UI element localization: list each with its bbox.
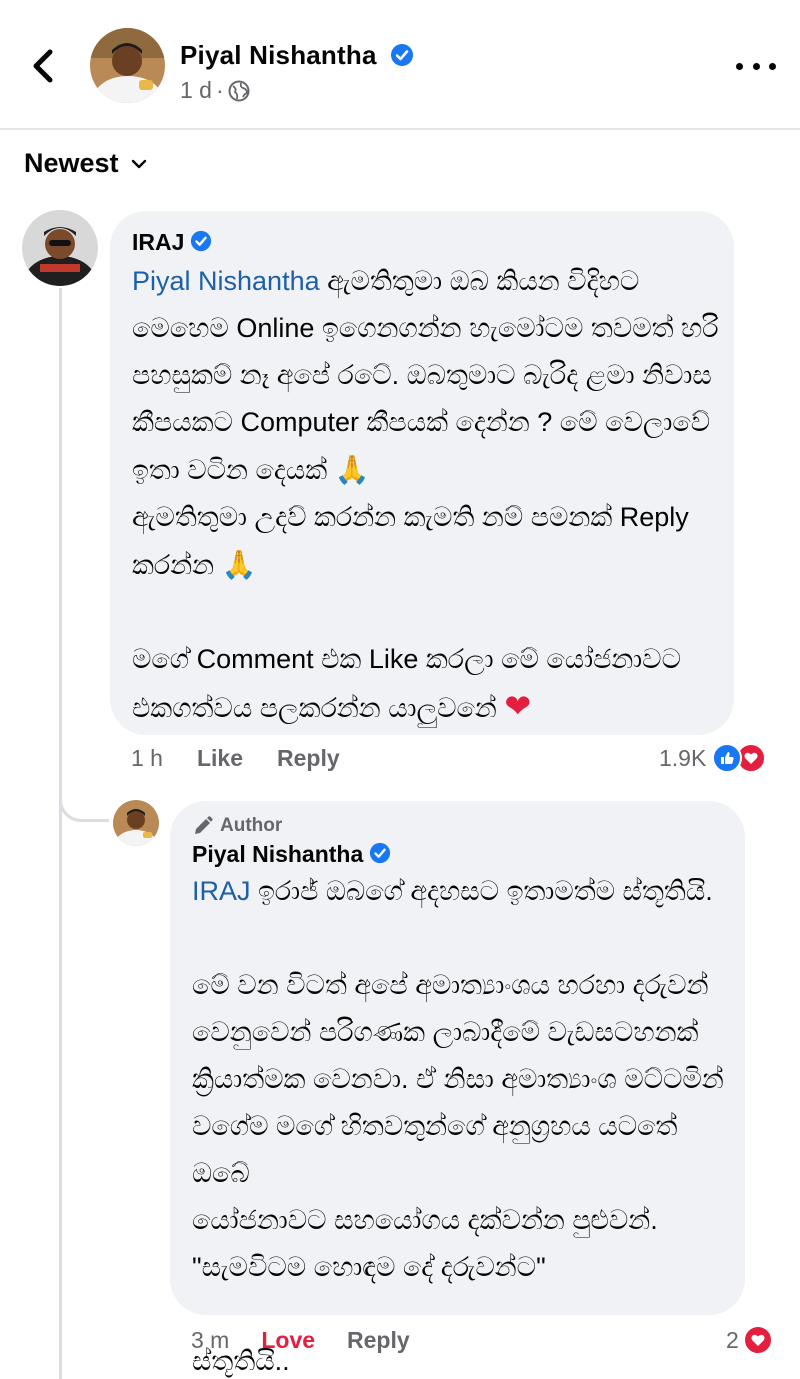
reply-line: වගේම මගේ හිතවතුන්ගේ අනුග්‍රහය යටතේ ඔබේ bbox=[192, 1111, 678, 1188]
reply-author[interactable]: Piyal Nishantha bbox=[192, 841, 745, 868]
thread-line bbox=[59, 288, 62, 1379]
thread-connector bbox=[59, 780, 109, 822]
comment-line: මගේ Comment එක Like කරලා මේ යෝජනාවට bbox=[132, 644, 681, 674]
reply-time[interactable]: 3 m bbox=[191, 1327, 229, 1354]
reply-button[interactable]: Reply bbox=[277, 745, 340, 772]
verified-badge-icon bbox=[391, 44, 414, 67]
reaction-summary[interactable]: 1.9K bbox=[659, 743, 767, 773]
comment-line: ඉතා වටින දෙයක් 🙏 bbox=[132, 453, 370, 486]
love-button[interactable]: Love bbox=[261, 1327, 315, 1354]
comment-line: ඇමතිතුමා උදව් කරන්න කැමති නම් පමනක් Repl… bbox=[132, 502, 689, 532]
comment-actions: 1 h Like Reply bbox=[131, 745, 340, 772]
comment-line: කරන්න 🙏 bbox=[132, 548, 257, 581]
comment-line: පහසුකම් නෑ අපේ රටේ. ඔබතුමාට බැරිද ළමා නි… bbox=[132, 360, 712, 390]
commenter-avatar[interactable] bbox=[22, 210, 98, 286]
pencil-icon bbox=[195, 816, 213, 834]
comment-author[interactable]: IRAJ bbox=[132, 229, 734, 256]
reply-line: යෝජනාවට සහයෝගය දක්වන්න පුළුවන්. bbox=[192, 1205, 658, 1235]
author-badge: Author bbox=[192, 815, 745, 837]
comment-bubble[interactable]: IRAJ Piyal Nishantha ඇමතිතුමා ඔබ කියන වි… bbox=[110, 211, 734, 735]
post-header: Piyal Nishantha 1 d · bbox=[0, 0, 800, 130]
reply-line: වෙනුවෙන් පරිගණක ලාබාදීමේ වැඩසටහනක් bbox=[192, 1017, 699, 1047]
reply-avatar[interactable] bbox=[113, 800, 159, 846]
chevron-left-icon bbox=[33, 49, 53, 83]
mention-link[interactable]: IRAJ bbox=[192, 876, 251, 906]
comment-line: Piyal Nishantha ඇමතිතුමා ඔබ කියන විදිහට bbox=[132, 266, 640, 296]
folded-hands-icon: 🙏 bbox=[221, 548, 257, 581]
comment-text: Piyal Nishantha ඇමතිතුමා ඔබ කියන විදිහට … bbox=[132, 258, 722, 732]
verified-badge-icon bbox=[191, 230, 212, 251]
red-heart-icon: ❤ bbox=[504, 687, 532, 725]
sort-dropdown[interactable]: Newest bbox=[24, 148, 147, 179]
post-time[interactable]: 1 d bbox=[180, 77, 212, 104]
comment-line: එකගත්වය පලකරන්න යාලුවනේ ❤ bbox=[132, 687, 532, 725]
reaction-count: 1.9K bbox=[659, 744, 707, 771]
folded-hands-icon: 🙏 bbox=[334, 453, 370, 486]
comment-line: කීපයකට Computer කීපයක් දෙන්න ? මේ වෙලාවේ bbox=[132, 407, 711, 437]
mention-link[interactable]: Piyal Nishantha bbox=[132, 266, 320, 296]
globe-icon bbox=[228, 80, 250, 101]
verified-badge-icon bbox=[370, 842, 391, 863]
reply-line: මේ වන විටත් අපේ අමාත්‍යාංශය හරහා දරුවන් bbox=[192, 970, 709, 1000]
reply-line: IRAJ ඉරාජ් ඔබගේ අදහසට ඉතාමත්ම ස්තූතියි. bbox=[192, 876, 713, 906]
dot-icon bbox=[752, 62, 760, 70]
back-button[interactable] bbox=[26, 44, 62, 88]
like-reaction-icon bbox=[712, 743, 743, 773]
reply-button[interactable]: Reply bbox=[347, 1327, 410, 1354]
sort-label: Newest bbox=[24, 148, 119, 178]
author-name[interactable]: Piyal Nishantha bbox=[180, 40, 414, 71]
dot-icon bbox=[736, 62, 743, 70]
reply-actions: 3 m Love Reply bbox=[191, 1327, 410, 1354]
dot-icon bbox=[769, 62, 776, 70]
reaction-count: 2 bbox=[726, 1326, 739, 1353]
like-button[interactable]: Like bbox=[197, 745, 243, 772]
reply-text: IRAJ ඉරාජ් ඔබගේ අදහසට ඉතාමත්ම ස්තූතියි. … bbox=[192, 868, 732, 1379]
comment-line: මෙහෙම Online ඉගෙනගන්න හැමෝටම තවමත් හරි bbox=[132, 313, 719, 343]
avatar[interactable] bbox=[90, 28, 165, 103]
reply-line: "සැමවිටම හොඳම දේ දරුවන්ට" bbox=[192, 1252, 546, 1282]
reply-bubble[interactable]: Author Piyal Nishantha IRAJ ඉරාජ් ඔබගේ අ… bbox=[170, 801, 745, 1376]
reply-line: ක්‍රියාත්මක වෙනවා. ඒ නිසා අමාත්‍යාංශ මට්… bbox=[192, 1064, 724, 1094]
chevron-down-icon bbox=[131, 159, 146, 168]
post-meta: 1 d · bbox=[180, 77, 250, 104]
comment-time[interactable]: 1 h bbox=[131, 745, 163, 772]
meta-separator: · bbox=[215, 77, 224, 103]
reply-reaction-summary[interactable]: 2 bbox=[726, 1325, 773, 1355]
more-options-button[interactable] bbox=[736, 56, 776, 76]
love-reaction-icon bbox=[742, 1325, 773, 1355]
